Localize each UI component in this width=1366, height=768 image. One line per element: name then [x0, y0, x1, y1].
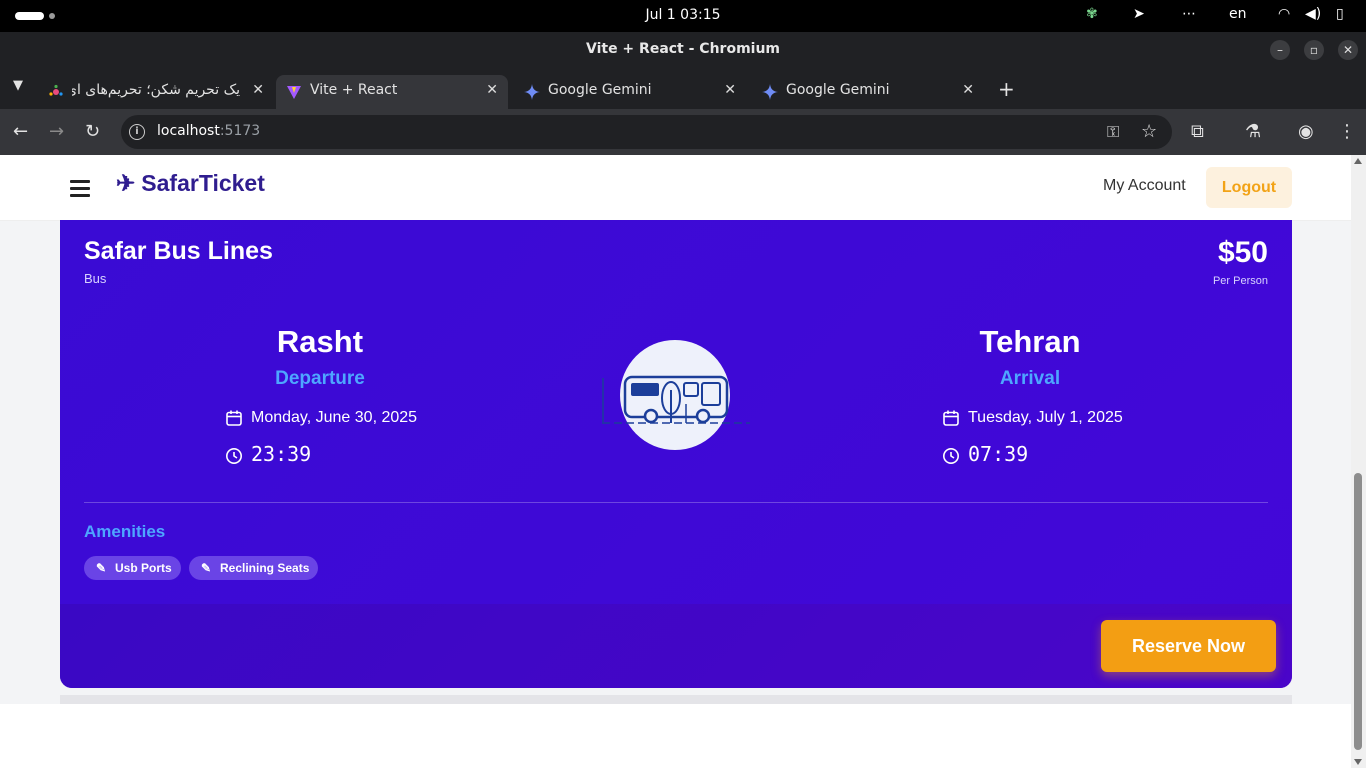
- new-tab-icon[interactable]: +: [998, 77, 1015, 101]
- my-account-link[interactable]: My Account: [1103, 177, 1186, 195]
- ticket-card: Safar Bus Lines Bus $50 Per Person Rasht…: [60, 220, 1292, 688]
- system-clock[interactable]: Jul 1 03:15: [0, 7, 1366, 23]
- arrival-time: 07:39: [968, 442, 1029, 466]
- clock-icon: [943, 447, 959, 464]
- scrollbar-thumb[interactable]: [1354, 473, 1362, 750]
- url-text[interactable]: localhost:5173: [157, 123, 260, 139]
- card-divider: [84, 502, 1268, 503]
- vite-favicon-icon: [287, 86, 301, 99]
- labs-flask-icon[interactable]: ⚗: [1245, 121, 1261, 142]
- amenity-chip: ✎ Reclining Seats: [189, 556, 318, 580]
- password-key-icon[interactable]: ⚿: [1107, 122, 1119, 142]
- transport-type: Bus: [84, 271, 107, 286]
- departure-date-row: Monday, June 30, 2025: [225, 409, 417, 427]
- menu-kebab-icon[interactable]: ⋮: [1338, 121, 1356, 142]
- page-scrollbar[interactable]: [1351, 155, 1366, 768]
- departure-label: Departure: [275, 368, 365, 389]
- battery-icon[interactable]: ▯: [1336, 6, 1344, 22]
- close-window-button[interactable]: ✕: [1338, 40, 1358, 60]
- system-top-bar: Jul 1 03:15 ✾ ➤ ⋯ en ◠ ◀) ▯: [0, 0, 1366, 32]
- amenities-title: Amenities: [84, 522, 166, 541]
- tab-close-icon[interactable]: ✕: [486, 82, 498, 98]
- telegram-icon[interactable]: ➤: [1133, 6, 1145, 22]
- clover-icon[interactable]: ✾: [1086, 6, 1098, 22]
- tab-label: Google Gemini: [548, 82, 652, 98]
- card-footer: Reserve Now: [60, 604, 1292, 688]
- window-titlebar: Vite + React - Chromium – ▫ ✕: [0, 32, 1366, 68]
- tab-close-icon[interactable]: ✕: [962, 82, 974, 98]
- arrival-date-row: Tuesday, July 1, 2025: [942, 409, 1123, 427]
- card-shadow: [60, 695, 1292, 704]
- departure-time: 23:39: [251, 442, 312, 466]
- tab-strip: ▼ یک تحریم شکن؛ تحریم‌های ای ✕ Vite + Re…: [0, 68, 1366, 109]
- sparkle-favicon-icon: [49, 84, 63, 96]
- address-bar[interactable]: i localhost:5173 ⚿ ☆: [121, 115, 1172, 149]
- back-icon[interactable]: ←: [13, 121, 28, 142]
- pencil-icon: ✎: [201, 561, 212, 575]
- minimize-button[interactable]: –: [1270, 40, 1290, 60]
- pencil-icon: ✎: [96, 561, 107, 575]
- tab-label: Vite + React: [310, 82, 398, 98]
- calendar-icon: [226, 410, 242, 426]
- maximize-button[interactable]: ▫: [1304, 40, 1324, 60]
- company-name: Safar Bus Lines: [84, 237, 273, 265]
- reload-icon[interactable]: ↻: [85, 121, 100, 142]
- more-icon[interactable]: ⋯: [1182, 6, 1196, 22]
- arrival-time-row: 07:39: [942, 442, 1028, 466]
- volume-icon[interactable]: ◀): [1305, 6, 1321, 22]
- tab-gemini-2[interactable]: Google Gemini ✕: [752, 75, 984, 109]
- language-indicator[interactable]: en: [1229, 6, 1247, 22]
- wifi-icon[interactable]: ◠: [1278, 6, 1290, 22]
- scroll-down-arrow-icon[interactable]: [1354, 759, 1362, 765]
- reserve-now-button[interactable]: Reserve Now: [1101, 620, 1276, 672]
- browser-toolbar: ← → ↻ i localhost:5173 ⚿ ☆ ⧉ ⚗ ◉ ⋮: [0, 109, 1366, 155]
- brand-logo[interactable]: ✈ SafarTicket: [116, 170, 265, 197]
- arrival-label: Arrival: [999, 368, 1061, 389]
- tab-label: Google Gemini: [786, 82, 890, 98]
- bookmark-star-icon[interactable]: ☆: [1141, 121, 1157, 142]
- tab-label: یک تحریم شکن؛ تحریم‌های ای: [72, 82, 240, 98]
- hamburger-menu-icon[interactable]: [70, 180, 90, 197]
- gemini-favicon-icon: [524, 84, 540, 100]
- clock-icon: [226, 447, 242, 464]
- tab-gemini-1[interactable]: Google Gemini ✕: [514, 75, 746, 109]
- tab-vite-react[interactable]: Vite + React ✕: [276, 75, 508, 109]
- profile-icon[interactable]: ◉: [1298, 121, 1314, 142]
- logout-button[interactable]: Logout: [1206, 167, 1292, 208]
- departure-city: Rasht: [276, 324, 364, 359]
- forward-icon[interactable]: →: [49, 121, 64, 142]
- scroll-up-arrow-icon[interactable]: [1354, 158, 1362, 164]
- window-title: Vite + React - Chromium: [585, 41, 781, 57]
- site-info-icon[interactable]: i: [129, 124, 145, 140]
- extensions-icon[interactable]: ⧉: [1191, 121, 1204, 142]
- gemini-favicon-icon: [762, 84, 778, 100]
- bus-icon: [602, 375, 750, 424]
- amenity-chip: ✎ Usb Ports: [84, 556, 181, 580]
- page-viewport: ✈ SafarTicket My Account Logout Safar Bus…: [0, 155, 1351, 768]
- price-note: Per Person: [1212, 275, 1268, 287]
- tab-close-icon[interactable]: ✕: [724, 82, 736, 98]
- arrival-date: Tuesday, July 1, 2025: [968, 409, 1123, 427]
- calendar-icon: [943, 410, 959, 426]
- airplane-icon: ✈: [116, 170, 136, 196]
- departure-date: Monday, June 30, 2025: [251, 409, 418, 427]
- tab-search-icon[interactable]: ▼: [13, 78, 23, 93]
- departure-time-row: 23:39: [225, 442, 311, 466]
- app-header: ✈ SafarTicket My Account Logout: [0, 155, 1351, 221]
- arrival-city: Tehran: [979, 324, 1081, 359]
- ticket-price: $50: [1217, 236, 1268, 269]
- tab-proxy[interactable]: یک تحریم شکن؛ تحریم‌های ای ✕: [38, 75, 274, 109]
- tab-close-icon[interactable]: ✕: [252, 82, 264, 98]
